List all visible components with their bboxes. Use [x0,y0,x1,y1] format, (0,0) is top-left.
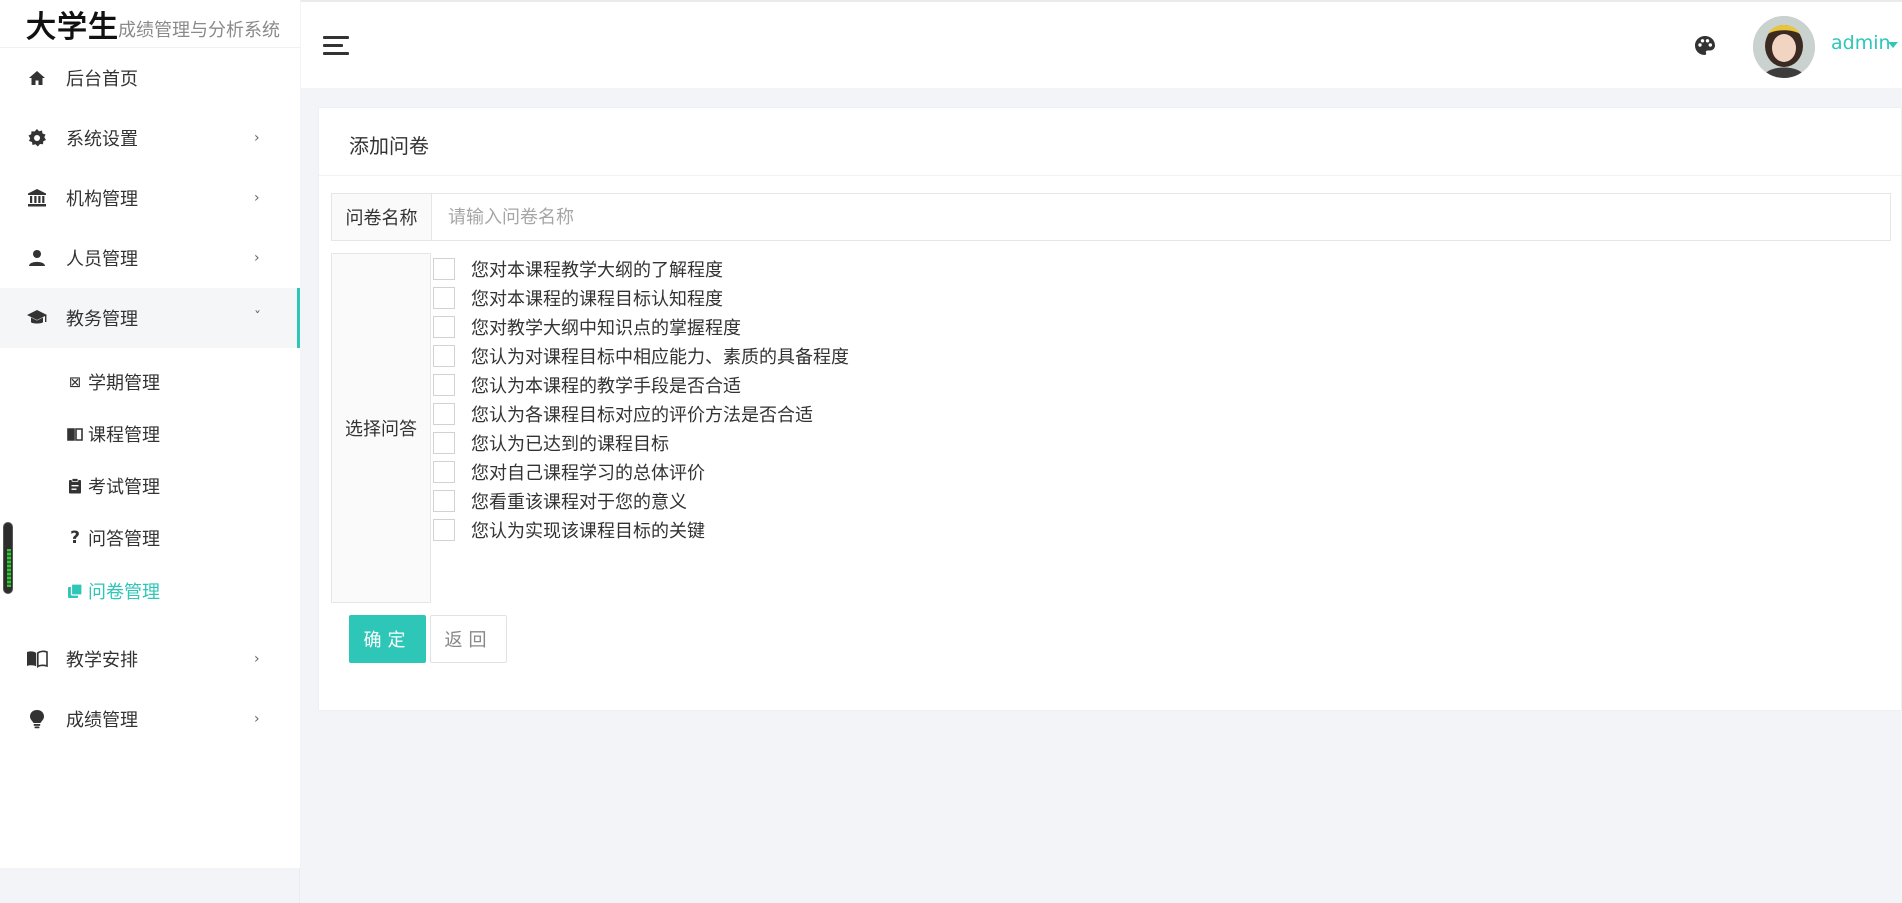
checkbox[interactable] [433,402,455,425]
questionnaire-name-input[interactable] [432,194,1890,240]
sidebar: 大学生 成绩管理与分析系统 后台首页 系统设置 › 机构管理 › 人员管理 › … [0,0,300,903]
brand-subtitle: 成绩管理与分析系统 [118,20,280,41]
checkbox[interactable] [433,431,455,454]
checkbox[interactable] [433,518,455,541]
sidebar-item-label: 系统设置 [66,129,138,150]
chevron-right-icon: › [254,190,260,206]
sidebar-item-label: 教学安排 [66,650,138,671]
checkbox[interactable] [433,373,455,396]
sidebar-subitem-qa[interactable]: ? 问答管理 [0,512,300,564]
lightbulb-icon [26,708,48,730]
palette-icon[interactable] [1693,34,1717,58]
sidebar-panel: 大学生 成绩管理与分析系统 后台首页 系统设置 › 机构管理 › 人员管理 › … [0,0,300,868]
questionnaire-name-label: 问卷名称 [332,194,432,240]
gear-icon [26,127,48,149]
checkbox[interactable] [433,344,455,367]
sidebar-subitem-label: 学期管理 [88,373,160,394]
chevron-right-icon: › [254,250,260,266]
semester-icon: ⊠ [68,373,82,391]
home-icon [26,67,48,89]
sidebar-item-label: 教务管理 [66,309,138,330]
book-open-icon [26,648,48,670]
option-label: 您认为实现该课程目标的关键 [471,520,705,542]
user-menu[interactable]: admin [1831,32,1891,54]
question-icon: ? [70,528,80,548]
option-label: 您看重该课程对于您的意义 [471,491,687,513]
sidebar-subitem-exam[interactable]: 考试管理 [0,460,300,512]
brand-title: 大学生 [26,10,119,45]
sidebar-subitem-label: 考试管理 [88,477,160,498]
floating-scroll-handle[interactable] [3,522,13,594]
option-label: 您对教学大纲中知识点的掌握程度 [471,317,741,339]
option-label: 您对自己课程学习的总体评价 [471,462,705,484]
chevron-right-icon: › [254,711,260,727]
sidebar-item-system-settings[interactable]: 系统设置 › [0,108,300,168]
card-header: 添加问卷 [319,108,1901,176]
checkbox[interactable] [433,315,455,338]
option-label: 您对本课程的课程目标认知程度 [471,288,723,310]
sidebar-subitem-label: 问卷管理 [88,582,160,603]
sidebar-item-label: 后台首页 [66,69,138,90]
brand: 大学生 成绩管理与分析系统 [0,0,300,48]
sidebar-item-label: 成绩管理 [66,710,138,731]
sidebar-subitem-semester[interactable]: ⊠ 学期管理 [0,356,300,408]
sidebar-subitem-label: 课程管理 [88,425,160,446]
avatar[interactable] [1753,16,1815,78]
sidebar-item-label: 机构管理 [66,189,138,210]
questionnaire-name-row: 问卷名称 [331,193,1891,241]
checkbox[interactable] [433,286,455,309]
clipboard-icon [66,478,84,494]
question-choice-label: 选择问答 [331,253,431,603]
option-label: 您认为本课程的教学手段是否合适 [471,375,741,397]
question-option[interactable]: 您认为实现该课程目标的关键 [431,512,705,547]
sidebar-item-grades[interactable]: 成绩管理 › [0,689,300,749]
chevron-right-icon: › [254,130,260,146]
option-label: 您认为各课程目标对应的评价方法是否合适 [471,404,813,426]
person-icon [26,247,48,269]
chevron-down-icon: ˇ [254,310,261,326]
option-label: 您对本课程教学大纲的了解程度 [471,259,723,281]
option-label: 您认为对课程目标中相应能力、素质的具备程度 [471,346,849,368]
option-label: 您认为已达到的课程目标 [471,433,669,455]
institution-icon [26,187,48,209]
page-title: 添加问卷 [349,134,429,158]
graduation-cap-icon [26,307,48,329]
book-icon [66,427,84,441]
chevron-right-icon: › [254,651,260,667]
confirm-button[interactable]: 确定 [349,615,426,663]
sidebar-item-teaching-schedule[interactable]: 教学安排 › [0,629,300,689]
sidebar-item-personnel[interactable]: 人员管理 › [0,228,300,288]
sidebar-subitem-questionnaire[interactable]: 问卷管理 [0,565,300,617]
back-button[interactable]: 返回 [430,615,507,663]
sidebar-item-home[interactable]: 后台首页 [0,48,300,108]
topbar: admin [301,0,1902,88]
sidebar-item-academic-affairs[interactable]: 教务管理 ˇ [0,288,300,348]
question-choice-group: 选择问答 您对本课程教学大纲的了解程度 您对本课程的课程目标认知程度 您对教学大纲中… [331,253,1891,603]
checkbox[interactable] [433,489,455,512]
menu-toggle-icon[interactable] [323,36,349,56]
sidebar-item-label: 人员管理 [66,249,138,270]
checkbox[interactable] [433,257,455,280]
sidebar-item-institution[interactable]: 机构管理 › [0,168,300,228]
caret-down-icon[interactable] [1888,42,1898,48]
sidebar-subitem-label: 问答管理 [88,529,160,550]
checkbox[interactable] [433,460,455,483]
form-card: 添加问卷 问卷名称 选择问答 您对本课程教学大纲的了解程度您对本课程的课程目标认… [318,107,1902,711]
copy-icon [66,583,84,599]
sidebar-subitem-course[interactable]: 课程管理 [0,408,300,460]
